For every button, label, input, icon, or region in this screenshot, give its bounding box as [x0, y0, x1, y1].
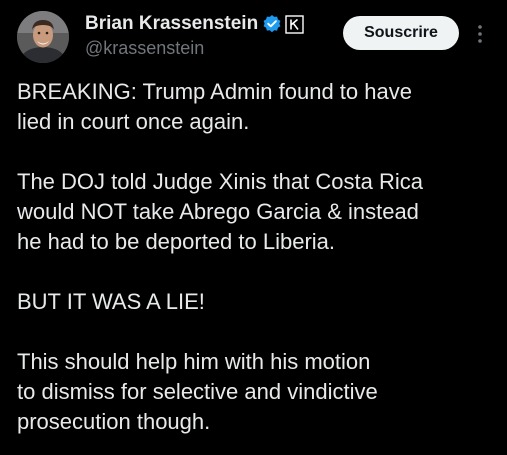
- tweet-paragraph: The DOJ told Judge Xinis that Costa Rica…: [17, 169, 423, 254]
- tweet-header: Brian Krassenstein @krassenstein Souscri…: [0, 0, 507, 72]
- tweet-text: BREAKING: Trump Admin found to have lied…: [17, 77, 497, 437]
- tweet-paragraph: BREAKING: Trump Admin found to have lied…: [17, 79, 412, 134]
- subscribe-button[interactable]: Souscrire: [343, 16, 459, 50]
- author-info: Brian Krassenstein @krassenstein: [85, 12, 304, 58]
- tweet-paragraph: This should help him with his motion to …: [17, 349, 378, 434]
- more-vertical-icon[interactable]: [474, 22, 486, 46]
- avatar[interactable]: [17, 11, 69, 63]
- display-name[interactable]: Brian Krassenstein: [85, 13, 258, 35]
- author-handle[interactable]: @krassenstein: [85, 38, 304, 59]
- tweet-paragraph: BUT IT WAS A LIE!: [17, 289, 205, 314]
- name-row: Brian Krassenstein: [85, 12, 304, 36]
- verified-badge-icon: [262, 14, 282, 34]
- k-badge-icon: [285, 14, 304, 34]
